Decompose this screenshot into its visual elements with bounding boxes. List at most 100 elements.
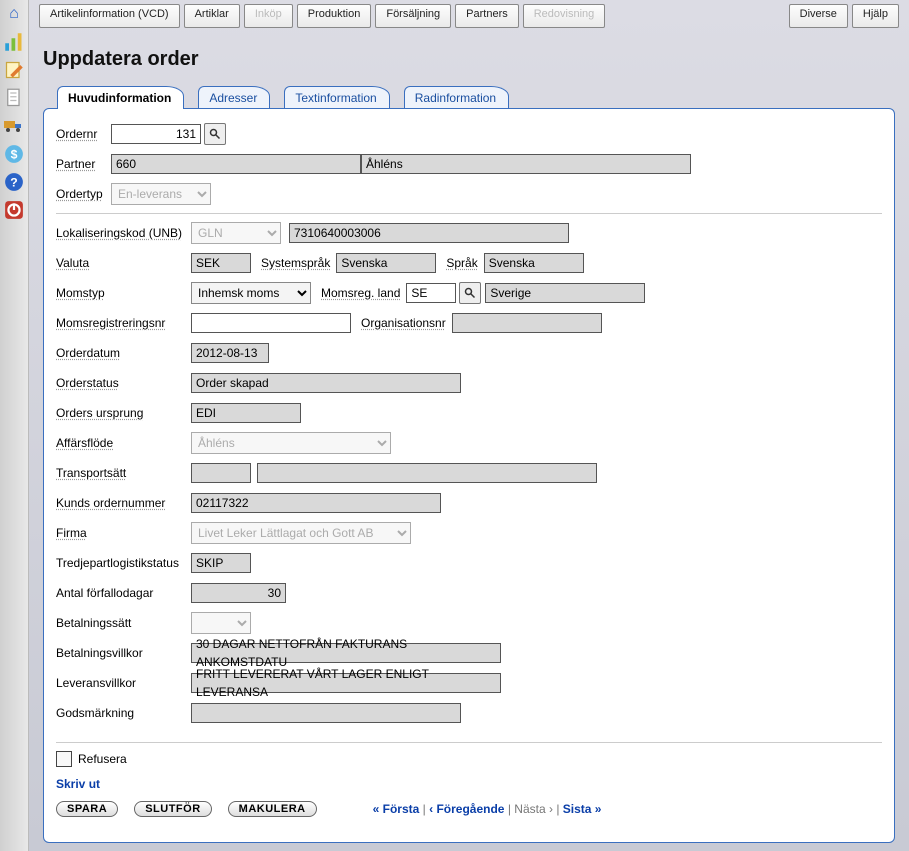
label-refusera: Refusera [78,752,127,766]
field-valuta[interactable]: SEK [191,253,251,273]
label-transportsatt: Transportsätt [56,466,191,480]
label-levvillkor: Leveransvillkor [56,676,191,690]
label-tpl: Tredjepartlogistikstatus [56,556,191,570]
field-partner-code[interactable]: 660 [111,154,361,174]
pager-first[interactable]: « Första [373,802,420,816]
link-skrivut[interactable]: Skriv ut [56,777,882,791]
nav-produktion[interactable]: Produktion [297,4,372,28]
label-lokal: Lokaliseringskod (UNB) [56,226,191,240]
note-edit-icon[interactable] [4,60,24,80]
nav-artikelinfo[interactable]: Artikelinformation (VCD) [39,4,180,28]
svg-text:?: ? [10,175,17,189]
field-transportsatt-name [257,463,597,483]
pager-next: Nästa › [514,802,553,816]
field-momsregland-name: Sverige [485,283,645,303]
label-systemsprak: Systemspråk [261,256,330,270]
field-transportsatt-code[interactable] [191,463,251,483]
label-orgnr: Organisationsnr [361,316,446,330]
field-kundsordernr[interactable]: 02117322 [191,493,441,513]
select-firma: Livet Leker Lättlagat och Gott AB [191,522,411,544]
label-kundsordernr: Kunds ordernummer [56,496,191,510]
button-makulera[interactable]: MAKULERA [228,801,317,817]
pager-sep3: | [556,802,559,816]
field-orderstatus: Order skapad [191,373,461,393]
field-antalforfall[interactable]: 30 [191,583,286,603]
nav-forsaljning[interactable]: Försäljning [375,4,451,28]
label-antalforfall: Antal förfallodagar [56,586,191,600]
field-systemsprak[interactable]: Svenska [336,253,436,273]
tab-textinformation[interactable]: Textinformation [284,86,389,109]
magnifier-icon [209,128,221,140]
select-betalsatt [191,612,251,634]
label-momsregnr: Momsregistreringsnr [56,316,191,330]
label-orderdatum: Orderdatum [56,346,191,360]
label-orderstatus: Orderstatus [56,376,191,390]
field-betalvillkor[interactable]: 30 DAGAR NETTOFRÅN FAKTURANS ANKOMSTDATU [191,643,501,663]
label-momstyp: Momstyp [56,286,191,300]
label-firma: Firma [56,526,191,540]
chart-icon[interactable] [4,32,24,52]
money-icon[interactable]: $ [4,144,24,164]
field-levvillkor[interactable]: FRITT LEVERERAT VÅRT LAGER ENLIGT LEVERA… [191,673,501,693]
field-partner-name: Åhléns [361,154,691,174]
label-affarsflode: Affärsflöde [56,436,191,450]
form-footer: Refusera Skriv ut SPARA SLUTFÖR MAKULERA… [56,732,882,817]
nav-partners[interactable]: Partners [455,4,519,28]
field-momsregnr[interactable] [191,313,351,333]
select-momstyp[interactable]: Inhemsk moms [191,282,311,304]
label-ordertyp: Ordertyp [56,187,111,201]
footer-separator [56,742,882,743]
magnifier-icon [464,287,476,299]
field-ordernr[interactable]: 131 [111,124,201,144]
truck-icon[interactable] [4,116,24,136]
field-orderdatum[interactable]: 2012-08-13 [191,343,269,363]
pager-prev[interactable]: ‹ Föregående [429,802,504,816]
power-icon[interactable] [4,200,24,220]
separator [56,213,882,214]
help-icon[interactable]: ? [4,172,24,192]
field-tpl: SKIP [191,553,251,573]
pager-last[interactable]: Sista » [563,802,602,816]
checkbox-refusera[interactable] [56,751,72,767]
label-valuta: Valuta [56,256,191,270]
label-ordersursprung: Orders ursprung [56,406,191,420]
home-icon[interactable]: ⌂ [4,4,24,24]
pager-sep: | [423,802,426,816]
label-betalvillkor: Betalningsvillkor [56,646,191,660]
svg-text:$: $ [11,147,18,161]
form-panel: Ordernr 131 Partner 660 Åhléns Ordertyp … [43,108,895,843]
tab-row: Huvudinformation Adresser Textinformatio… [43,85,895,108]
select-lokal-type: GLN [191,222,281,244]
nav-artiklar[interactable]: Artiklar [184,4,240,28]
label-betalsatt: Betalningssätt [56,616,191,630]
left-sidebar: ⌂ $ ? [0,0,29,851]
tab-radinformation[interactable]: Radinformation [404,86,509,109]
label-momsregland: Momsreg. land [321,286,400,300]
pager: « Första | ‹ Föregående | Nästa › | Sist… [373,802,602,816]
field-godsmark[interactable] [191,703,461,723]
nav-diverse[interactable]: Diverse [789,4,848,28]
search-country-button[interactable] [459,282,481,304]
pager-sep2: | [508,802,511,816]
button-slutfor[interactable]: SLUTFÖR [134,801,211,817]
button-spara[interactable]: SPARA [56,801,118,817]
label-partner: Partner [56,157,111,171]
field-momsregland[interactable]: SE [406,283,456,303]
nav-inkop: Inköp [244,4,293,28]
content: Uppdatera order Huvudinformation Adresse… [29,34,909,851]
nav-hjalp[interactable]: Hjälp [852,4,899,28]
document-icon[interactable] [4,88,24,108]
tab-huvudinformation[interactable]: Huvudinformation [57,86,184,109]
nav-redovisning: Redovisning [523,4,606,28]
select-affarsflode: Åhléns [191,432,391,454]
top-nav: Artikelinformation (VCD) Artiklar Inköp … [29,0,909,34]
label-sprak: Språk [446,256,477,270]
field-sprak[interactable]: Svenska [484,253,584,273]
field-lokal-code[interactable]: 7310640003006 [289,223,569,243]
field-ordersursprung: EDI [191,403,301,423]
select-ordertyp: En-leverans [111,183,211,205]
field-orgnr[interactable] [452,313,602,333]
main-area: Artikelinformation (VCD) Artiklar Inköp … [29,0,909,851]
search-ordernr-button[interactable] [204,123,226,145]
tab-adresser[interactable]: Adresser [198,86,270,109]
